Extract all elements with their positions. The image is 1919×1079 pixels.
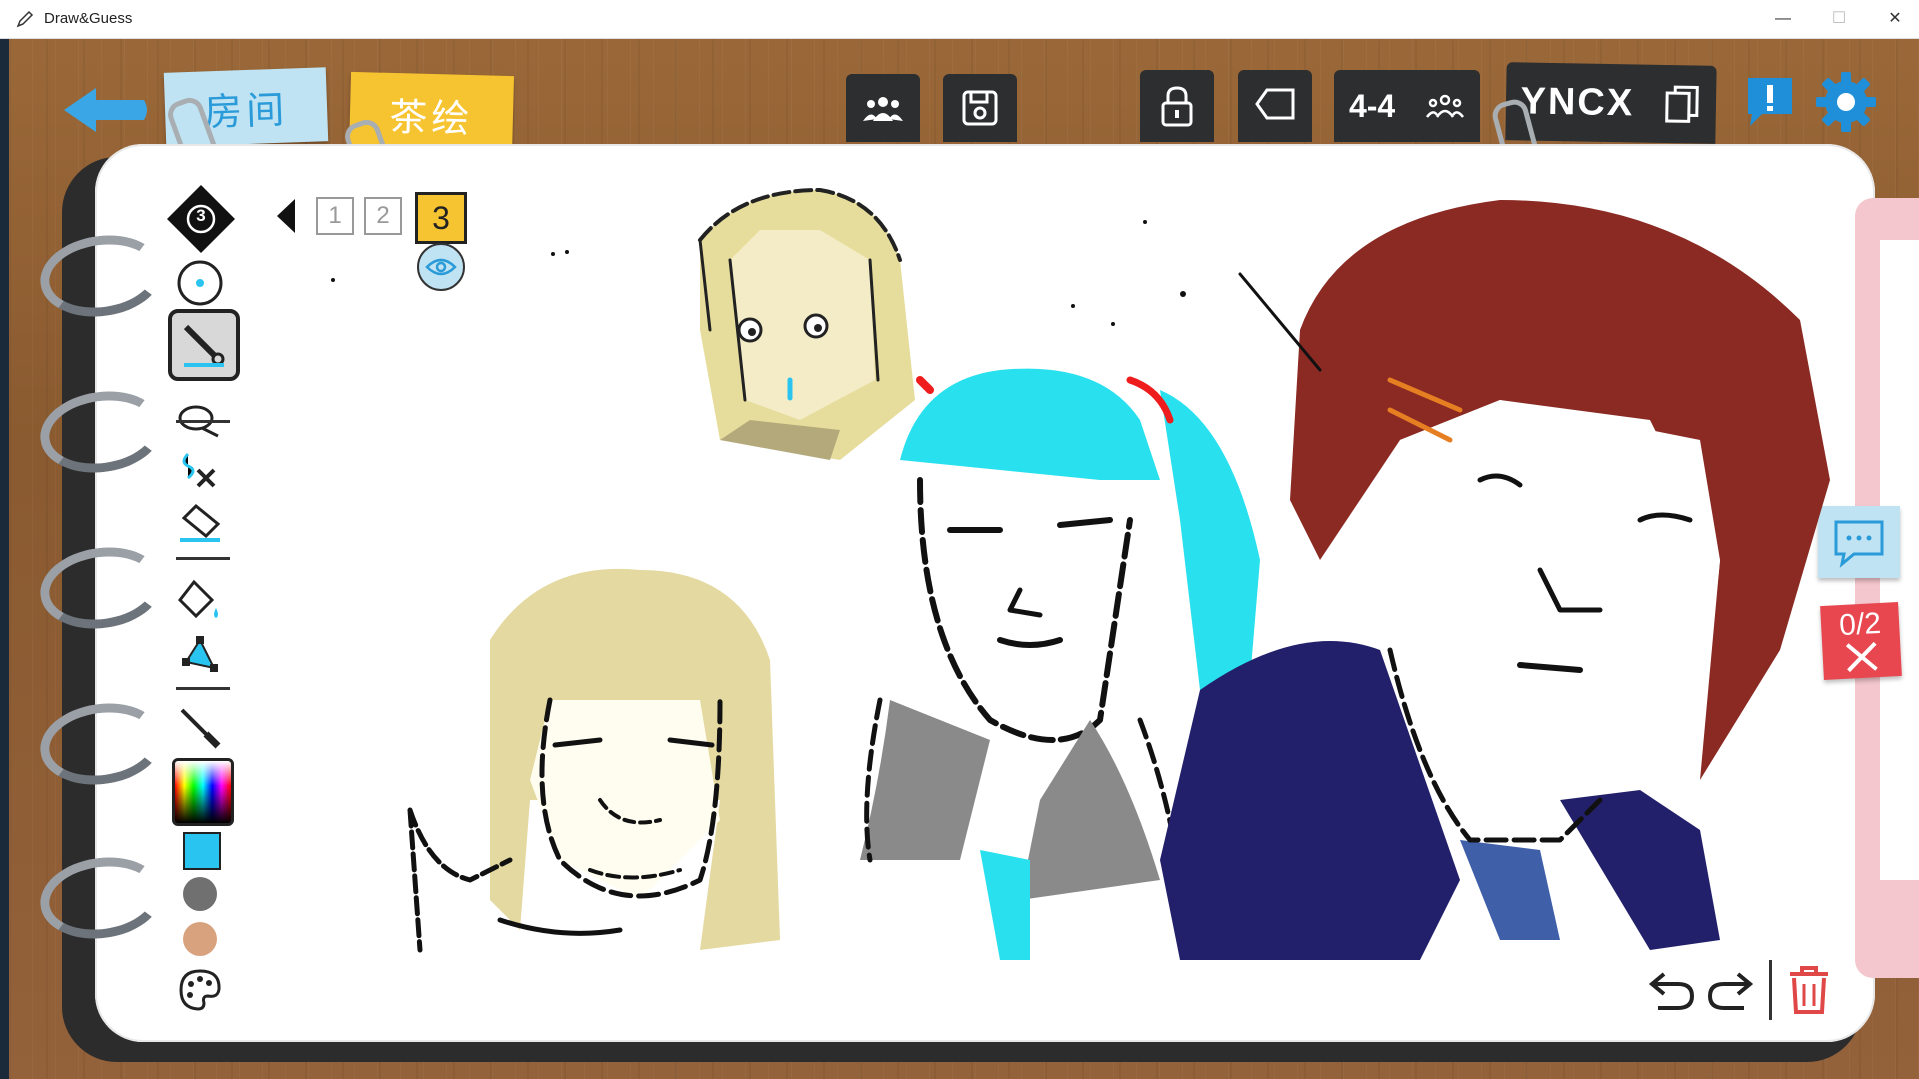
color-swatch-cyan[interactable] <box>183 832 221 870</box>
eye-icon <box>425 258 457 276</box>
toolbar-divider <box>176 557 230 560</box>
settings-button[interactable] <box>1814 70 1878 134</box>
back-button[interactable] <box>60 84 152 136</box>
chat-icon <box>1834 520 1884 568</box>
window-edge <box>0 38 9 1079</box>
tab-tea-label: 茶绘 <box>388 94 474 141</box>
player-count: 4-4 <box>1348 87 1396 124</box>
people-icon <box>1426 94 1465 118</box>
eraser-icon <box>180 503 221 542</box>
player-count-button[interactable]: 4-4 <box>1334 70 1480 142</box>
color-swatch-gray[interactable] <box>183 877 217 911</box>
redo-button[interactable] <box>1706 966 1754 1014</box>
redo-icon <box>1707 972 1754 1010</box>
room-code: YNCX <box>1520 79 1635 124</box>
clear-canvas-button[interactable] <box>1786 964 1832 1016</box>
fill-tool-button[interactable] <box>176 578 224 622</box>
score-card[interactable]: 0/2 <box>1820 602 1902 680</box>
page-tab-1[interactable]: 1 <box>316 197 354 235</box>
chat-button[interactable] <box>1818 506 1900 578</box>
tag-icon <box>1255 88 1295 120</box>
prev-page-button[interactable] <box>277 199 297 233</box>
brush-size-button[interactable] <box>176 259 224 307</box>
window-titlebar: Draw&Guess — ☐ ✕ <box>0 0 1919 39</box>
toolbar-divider-vertical <box>1769 960 1772 1020</box>
back-arrow-icon <box>64 88 147 132</box>
palette-icon <box>179 969 221 1011</box>
gear-icon <box>1816 72 1876 132</box>
triangle-left-icon <box>277 199 295 233</box>
toolbar-divider <box>176 687 230 690</box>
score-text: 0/2 <box>1838 606 1882 643</box>
alert-icon <box>1748 78 1792 126</box>
pencil-icon <box>16 10 34 28</box>
visibility-toggle[interactable] <box>417 243 465 291</box>
lock-icon <box>1161 86 1193 127</box>
eraser-tool-button[interactable] <box>176 500 224 544</box>
close-x-icon <box>1845 641 1878 673</box>
polygon-icon <box>182 636 218 672</box>
save-icon <box>962 90 998 126</box>
undo-button[interactable] <box>1648 966 1696 1014</box>
brush-size-icon <box>177 260 223 306</box>
color-picker-button[interactable] <box>172 758 234 826</box>
shape-tool-button[interactable] <box>176 632 224 676</box>
report-button[interactable] <box>1744 74 1796 126</box>
pen-icon <box>183 324 225 367</box>
group-icon <box>863 97 903 121</box>
eyedropper-icon <box>180 708 221 749</box>
minimize-button[interactable]: — <box>1760 0 1806 38</box>
color-swatch-skin[interactable] <box>183 922 217 956</box>
window-title: Draw&Guess <box>44 10 133 27</box>
maximize-button[interactable]: ☐ <box>1816 0 1862 38</box>
stroke-erase-icon <box>182 452 216 488</box>
toolbar-divider <box>176 420 230 423</box>
erase-stroke-tool-button[interactable] <box>178 448 222 492</box>
tab-room-label: 房间 <box>203 87 289 134</box>
copy-icon <box>1665 85 1700 123</box>
undo-icon <box>1648 972 1695 1010</box>
trash-icon <box>1790 966 1828 1014</box>
close-window-button[interactable]: ✕ <box>1872 0 1918 38</box>
lock-button[interactable] <box>1140 70 1214 142</box>
save-button[interactable] <box>943 74 1017 142</box>
page-tab-3[interactable]: 3 <box>415 192 467 244</box>
pen-tool-button[interactable] <box>168 309 240 381</box>
page-tab-2[interactable]: 2 <box>364 197 402 235</box>
drawing-canvas[interactable] <box>95 144 1875 1042</box>
paint-bucket-icon <box>178 579 218 619</box>
players-button[interactable] <box>846 74 920 142</box>
layer-button[interactable]: 3 <box>163 181 239 257</box>
layer-badge: 3 <box>196 206 206 225</box>
palette-button[interactable] <box>178 968 222 1012</box>
tag-button[interactable] <box>1238 70 1312 142</box>
room-code-button[interactable]: YNCX <box>1505 62 1717 144</box>
eyedropper-tool-button[interactable] <box>176 706 224 750</box>
